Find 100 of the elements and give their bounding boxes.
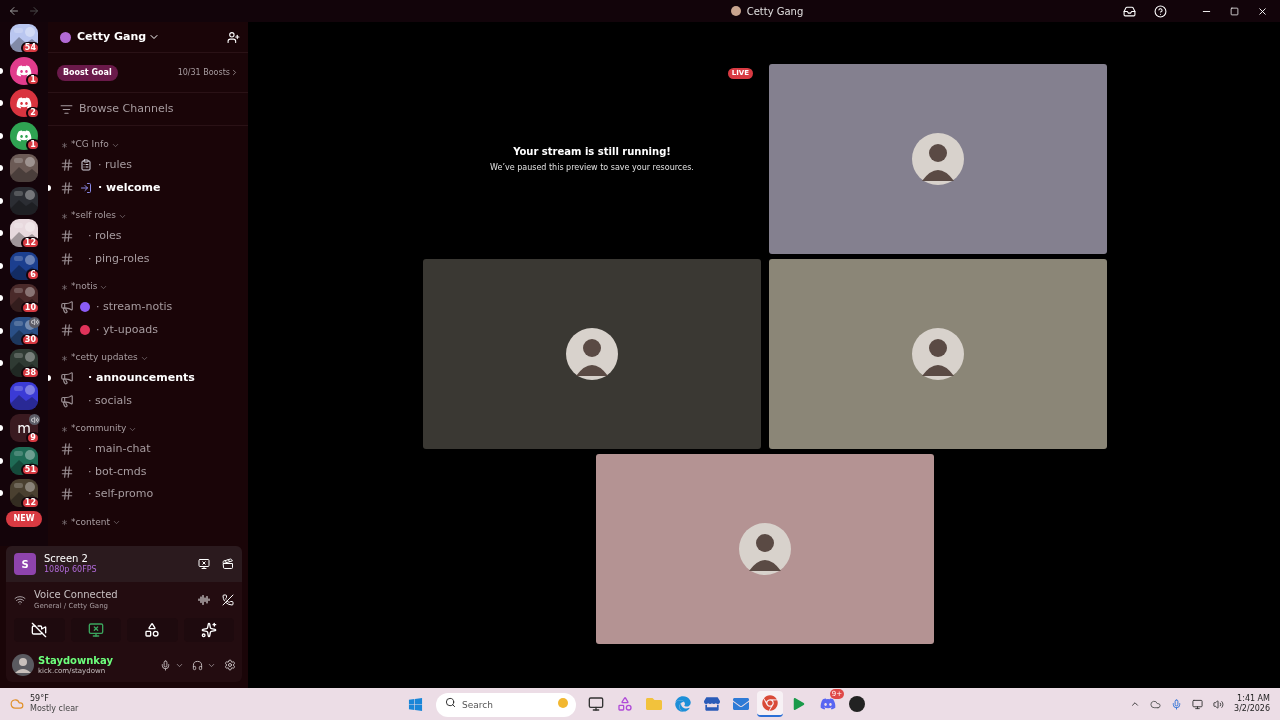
weather-temperature[interactable]: 59°F: [30, 695, 79, 703]
hash-icon: [60, 251, 74, 266]
chevron-icon: [111, 518, 121, 527]
invite-icon[interactable]: [227, 30, 240, 44]
close-icon[interactable]: [1257, 5, 1268, 17]
user-avatar: [912, 133, 964, 185]
voice-action-button[interactable]: [14, 618, 65, 642]
video-tile[interactable]: [596, 454, 934, 644]
unread-badge: 1: [26, 139, 40, 151]
category-header[interactable]: *community: [71, 422, 127, 436]
back-icon[interactable]: [8, 5, 20, 17]
video-tile[interactable]: [769, 64, 1107, 254]
hash-icon: [60, 487, 74, 502]
category-header[interactable]: *notis: [71, 280, 98, 294]
channel-link[interactable]: · rules: [98, 157, 133, 174]
browser-icon: [675, 696, 691, 712]
headphones-icon[interactable]: [192, 659, 203, 671]
video-tile[interactable]: [769, 259, 1107, 449]
discord-logo-icon: [16, 127, 32, 144]
server-icon: [60, 31, 71, 43]
voice-action-button[interactable]: [127, 618, 178, 642]
server-avatar-icon: [730, 6, 741, 16]
username: Staydownkay: [38, 655, 113, 666]
stream-settings-icon[interactable]: [222, 558, 234, 570]
camera-off-icon: [31, 622, 48, 638]
search-highlight-icon: [558, 698, 568, 708]
help-icon[interactable]: [1154, 4, 1167, 18]
browser-icon: [762, 695, 778, 711]
clock-time[interactable]: 1:41 AM: [1237, 695, 1270, 703]
channel-link[interactable]: · self-promo: [88, 486, 154, 503]
paused-message: We’ve paused this preview to save your resources.: [490, 162, 694, 174]
paused-title: Your stream is still running!: [513, 145, 671, 159]
user-avatar: [739, 523, 791, 575]
app-icon: [849, 696, 865, 712]
voice-status[interactable]: Voice Connected: [34, 590, 118, 600]
asterisk-icon: [60, 140, 69, 150]
category-header[interactable]: *self roles: [71, 209, 116, 223]
mail-icon: [733, 696, 749, 712]
voice-action-button[interactable]: [70, 618, 121, 642]
megaphone-icon: [60, 371, 74, 386]
inbox-icon[interactable]: [1123, 4, 1136, 18]
folder-icon: [646, 696, 662, 712]
megaphone-icon: [60, 393, 74, 408]
category-header[interactable]: *CG Info: [71, 138, 109, 152]
new-badge: NEW: [5, 510, 43, 527]
microphone-icon[interactable]: [160, 659, 171, 671]
asterisk-icon: [60, 424, 69, 434]
channel-link[interactable]: · yt-upoads: [96, 321, 158, 338]
window-icon: [588, 696, 604, 712]
disconnect-icon[interactable]: [222, 594, 234, 606]
hash-icon: [60, 322, 74, 337]
browse-channels-icon: [60, 102, 73, 116]
chevron-icon: [230, 68, 239, 77]
hash-icon: [60, 180, 74, 195]
app-icon: [617, 696, 633, 712]
asterisk-icon: [60, 518, 69, 527]
channel-link[interactable]: · bot-cmds: [88, 463, 147, 480]
channel-link[interactable]: · roles: [88, 228, 122, 245]
start-icon[interactable]: [408, 696, 423, 712]
tray-expand-icon[interactable]: [1130, 699, 1141, 709]
hash-icon: [60, 464, 74, 479]
server-icon[interactable]: [10, 56, 38, 85]
hash-icon: [60, 158, 74, 173]
channel-link[interactable]: · stream-notis: [96, 299, 173, 316]
category-header[interactable]: *content: [71, 515, 110, 530]
stop-stream-icon[interactable]: [198, 558, 210, 570]
discord-logo-icon: [16, 62, 32, 79]
channel-link[interactable]: · main-chat: [88, 441, 151, 458]
server-name[interactable]: Cetty Gang: [77, 28, 147, 46]
noise-suppression-icon[interactable]: [198, 594, 210, 606]
channel-link[interactable]: · ping-roles: [88, 250, 150, 267]
search-icon: [445, 697, 456, 708]
user-avatar: [566, 328, 618, 380]
display-icon[interactable]: [1192, 698, 1204, 710]
play-icon: [793, 698, 805, 710]
search-field[interactable]: Search: [436, 693, 576, 717]
hash-icon: [60, 229, 74, 244]
boost-count[interactable]: 10/31 Boosts: [177, 66, 230, 79]
channel-link[interactable]: · announcements: [88, 370, 195, 387]
video-tile[interactable]: [423, 259, 761, 449]
weather-condition[interactable]: Mostly clear: [30, 705, 79, 713]
screen-share-icon: [87, 622, 104, 638]
volume-icon[interactable]: [1213, 698, 1225, 710]
clock-date[interactable]: 3/2/2026: [1234, 705, 1270, 713]
signal-icon: [14, 594, 26, 606]
server-icon[interactable]: [10, 89, 38, 118]
discord-logo-icon: [820, 696, 836, 712]
server-icon[interactable]: [10, 121, 38, 150]
maximize-icon[interactable]: [1230, 6, 1239, 16]
cloud-icon[interactable]: [1150, 698, 1162, 710]
voice-action-button[interactable]: [183, 618, 234, 642]
browse-channels-link[interactable]: Browse Channels: [79, 100, 174, 118]
unread-badge: 6: [26, 269, 40, 281]
channel-link[interactable]: · welcome: [98, 179, 161, 196]
stream-title: Screen 2: [44, 554, 89, 564]
settings-icon[interactable]: [224, 659, 236, 671]
category-header[interactable]: *cetty updates: [71, 351, 138, 365]
channel-link[interactable]: · socials: [88, 392, 133, 409]
store-icon: [704, 696, 720, 712]
boost-goal-badge[interactable]: Boost Goal: [57, 64, 118, 81]
